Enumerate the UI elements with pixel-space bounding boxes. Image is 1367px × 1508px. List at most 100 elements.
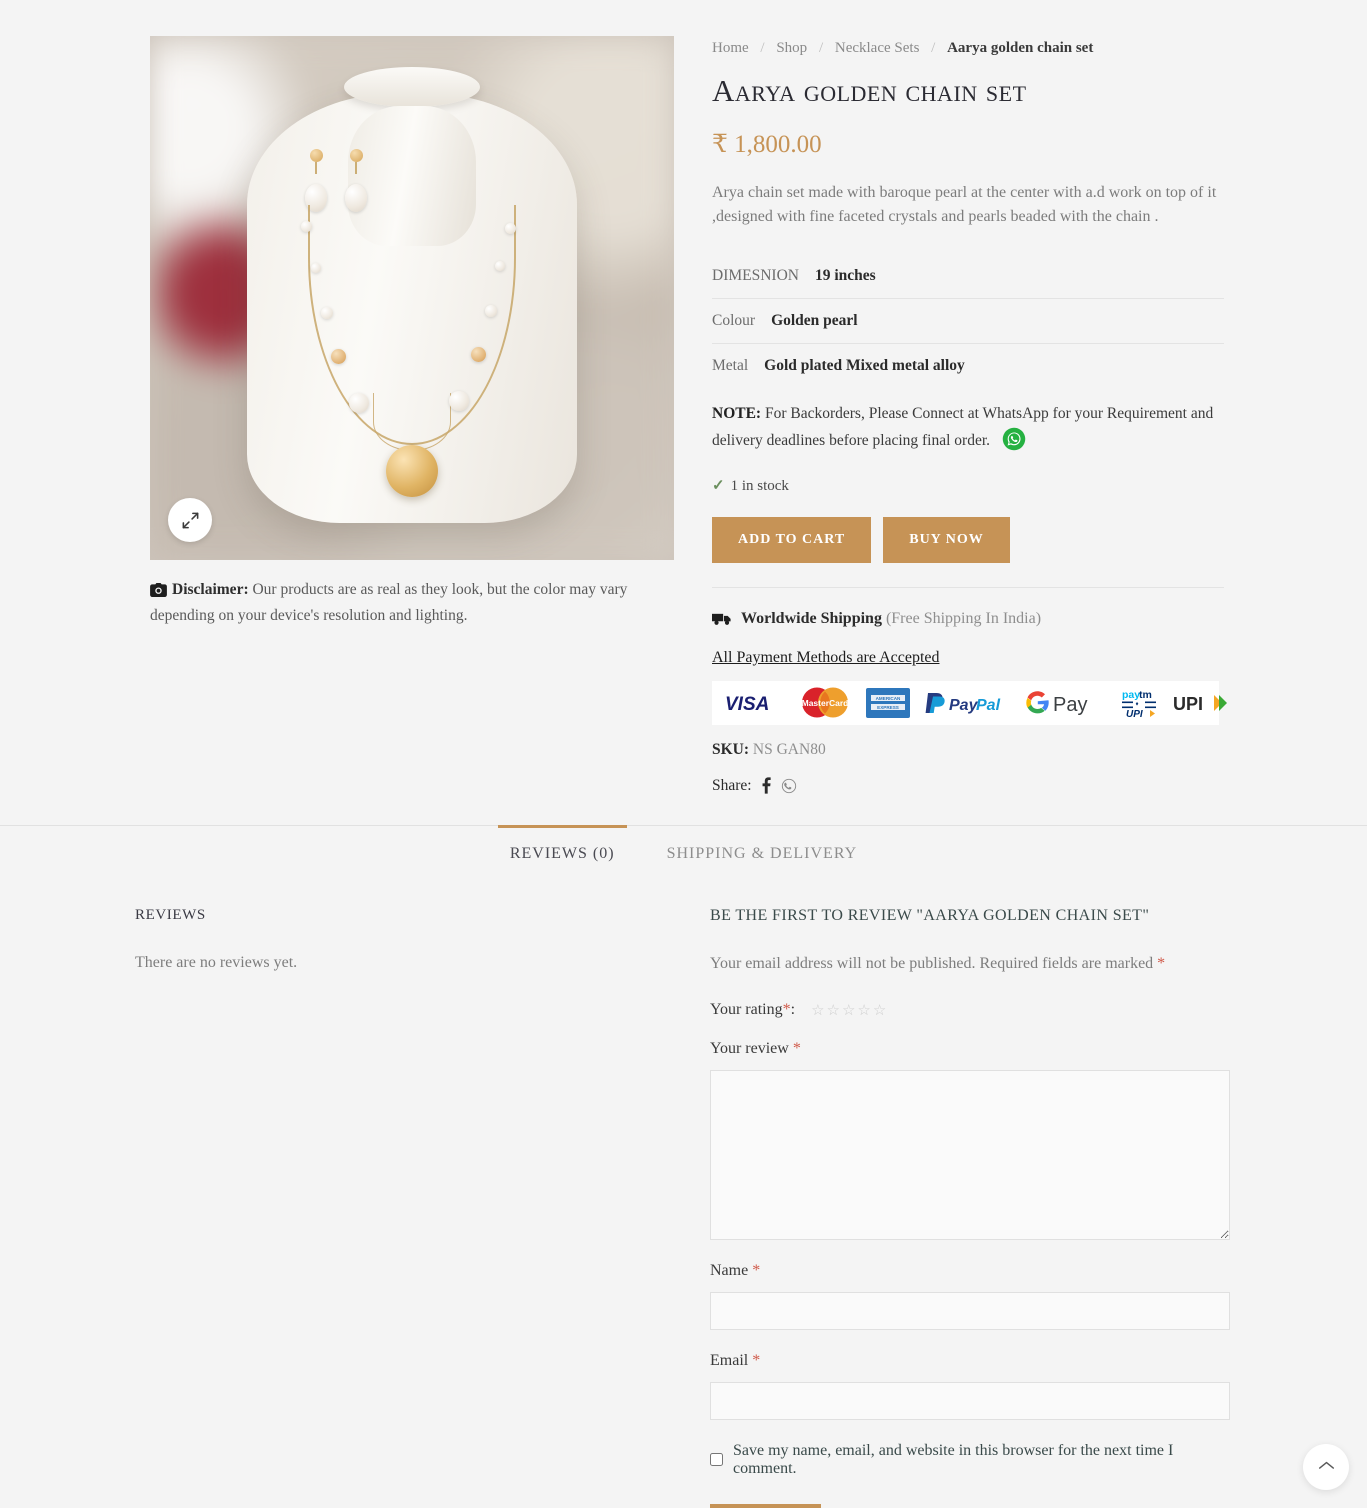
rating-colon: : [790,1001,796,1019]
whatsapp-icon[interactable] [1002,427,1026,460]
stock-label: 1 in stock [730,477,789,494]
necklace-chain-inner [373,393,451,452]
paypal-icon: Pay Pal [924,691,1010,715]
camera-icon [150,581,167,604]
product-tabs: Reviews (0) Shipping & Delivery [0,824,1367,877]
svg-text:UPI: UPI [1126,709,1143,719]
payment-methods-strip: VISA MasterCard AMERICAN EXPRESS Pay Pal… [712,680,1227,725]
breadcrumb-category[interactable]: Necklace Sets [835,40,920,56]
visa-icon: VISA [724,692,784,714]
attribute-value: Gold plated Mixed metal alloy [764,357,965,375]
required-mark: * [752,1261,761,1279]
scroll-to-top-button[interactable] [1303,1444,1349,1490]
stock-status: ✓ 1 in stock [712,476,1224,495]
email-field-label: Email * [710,1352,1240,1370]
attribute-row: Metal Gold plated Mixed metal alloy [712,343,1224,388]
name-input[interactable] [710,1291,1230,1330]
svg-text:EXPRESS: EXPRESS [877,705,899,710]
review-textarea[interactable] [710,1069,1230,1240]
chain-pearl [495,261,505,272]
chain-baroque-pearl [349,393,369,414]
product-attributes: DIMESNION 19 inches Colour Golden pearl … [712,254,1224,388]
svg-text:VISA: VISA [725,694,769,714]
expand-image-icon[interactable] [168,498,212,542]
necklace-display-bust [247,67,577,524]
name-field-label: Name * [710,1262,1240,1280]
attribute-row: Colour Golden pearl [712,298,1224,343]
chevron-up-icon [1318,1458,1335,1476]
tab-shipping-delivery[interactable]: Shipping & Delivery [655,825,870,877]
american-express-icon: AMERICAN EXPRESS [866,687,910,718]
upi-icon: UPI [1172,692,1230,714]
bust-top-disc [344,67,480,108]
share-row: Share: [712,777,1224,795]
svg-text:MasterCard: MasterCard [802,698,849,708]
save-details-checkbox[interactable] [710,1453,723,1467]
shipping-subtitle: (Free Shipping In India) [885,609,1042,627]
required-mark: * [792,1039,801,1057]
attribute-label: Metal [712,357,749,375]
disclaimer-label: Disclaimer: [172,581,249,598]
attribute-label: DIMESNION [712,267,799,285]
breadcrumb-current: Aarya golden chain set [947,40,1094,56]
required-mark: * [1157,954,1166,972]
svg-text:AMERICAN: AMERICAN [876,696,901,701]
chain-baroque-pearl [449,391,469,412]
svg-text:tm: tm [1139,689,1152,701]
form-note-text: Your email address will not be published… [710,954,1154,972]
buy-now-button[interactable]: BUY NOW [883,516,1010,563]
chain-crystal [471,347,486,363]
attribute-label: Colour [712,312,756,330]
rating-stars[interactable]: ☆☆☆☆☆ [811,1001,888,1020]
product-top-section: Disclaimer: Our products are as real as … [0,0,1367,795]
earring-left [305,149,327,213]
truck-icon [712,612,733,631]
svg-text:UPI: UPI [1173,694,1203,714]
chain-pearl [301,221,312,233]
sku-label: SKU: [712,740,750,758]
section-divider [712,586,1224,588]
facebook-icon[interactable] [762,777,771,794]
tab-reviews[interactable]: Reviews (0) [497,824,627,877]
breadcrumb-separator: / [931,40,936,56]
product-page: Disclaimer: Our products are as real as … [0,0,1367,1508]
breadcrumb-separator: / [760,40,765,56]
backorder-note: NOTE: For Backorders, Please Connect at … [712,402,1224,460]
svg-text:Pal: Pal [976,697,1001,714]
chain-pearl [321,307,333,320]
note-text: For Backorders, Please Connect at WhatsA… [712,405,1214,450]
payment-methods-link[interactable]: All Payment Methods are Accepted [712,649,940,667]
shipping-title: Worldwide Shipping [741,609,882,627]
chain-crystal [331,349,346,365]
svg-text:Pay: Pay [1053,694,1087,716]
chain-pearl [505,223,516,235]
svg-text:Pay: Pay [949,697,979,714]
svg-text:pay: pay [1122,689,1140,701]
save-details-row: Save my name, email, and website in this… [710,1442,1240,1478]
submit-review-button[interactable]: SUBMIT [710,1503,821,1508]
breadcrumb-shop[interactable]: Shop [776,40,807,56]
product-gallery: Disclaimer: Our products are as real as … [150,36,674,795]
review-form-column: BE THE FIRST TO REVIEW "AARYA GOLDEN CHA… [710,907,1240,1508]
review-form-note: Your email address will not be published… [710,955,1240,973]
share-label: Share: [712,776,752,794]
name-label-text: Name [710,1261,749,1279]
product-description: Arya chain set made with baroque pearl a… [712,183,1217,226]
review-label-text: Your review [710,1039,789,1057]
whatsapp-share-icon[interactable] [781,778,797,794]
product-summary: Home / Shop / Necklace Sets / Aarya gold… [712,36,1227,795]
breadcrumb-home[interactable]: Home [712,40,749,56]
paytm-upi-icon: pay tm ♦ UPI [1120,687,1158,719]
google-pay-icon: Pay [1024,690,1106,716]
shipping-info: Worldwide Shipping (Free Shipping In Ind… [712,610,1224,631]
svg-text:♦: ♦ [1135,701,1138,707]
required-mark: * [782,1001,791,1019]
image-disclaimer: Disclaimer: Our products are as real as … [150,578,674,628]
rating-label: Your rating [710,1001,783,1019]
no-reviews-text: There are no reviews yet. [135,953,298,971]
email-input[interactable] [710,1381,1230,1420]
reviews-list-column: REVIEWS There are no reviews yet. [135,907,695,1508]
add-to-cart-button[interactable]: ADD TO CART [712,516,872,563]
email-label-text: Email [710,1351,749,1369]
product-image[interactable] [150,36,674,560]
